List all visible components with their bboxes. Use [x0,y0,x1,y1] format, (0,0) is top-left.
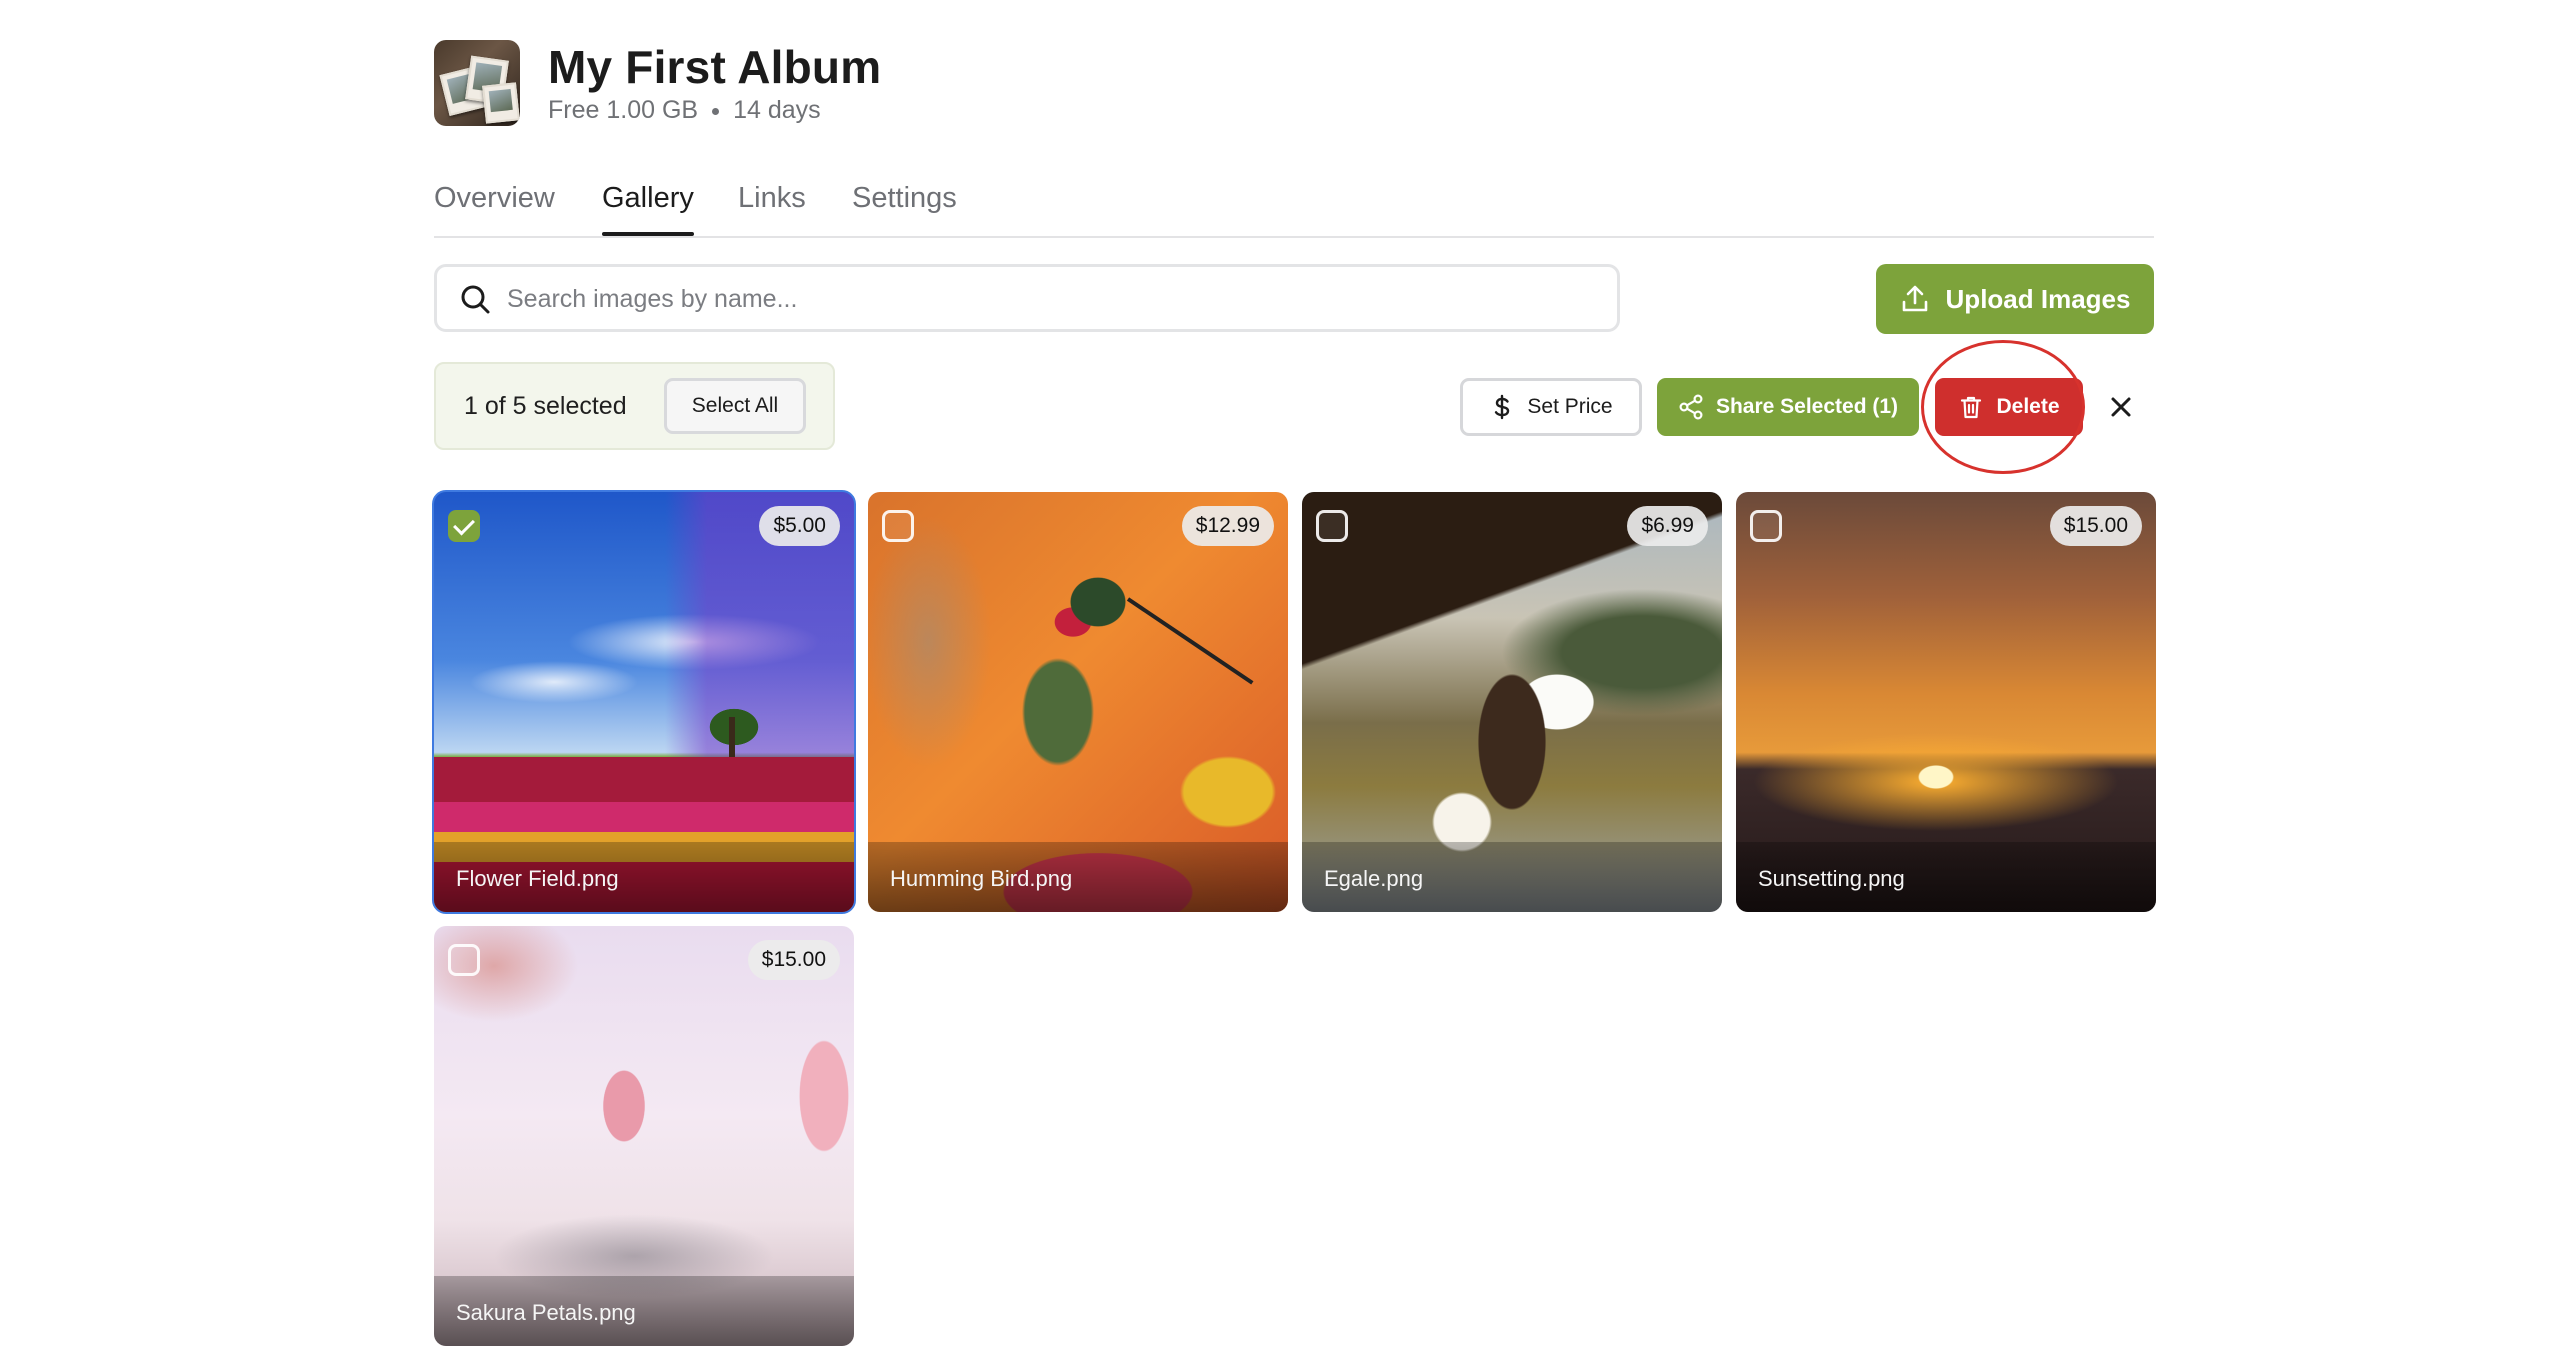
tab-bar: Overview Gallery Links Settings [434,180,2154,238]
search-icon [461,285,490,314]
image-card-flower-field[interactable]: $5.00 Flower Field.png [432,490,856,914]
checkbox-icon[interactable] [1316,510,1348,542]
image-caption: Humming Bird.png [868,842,1288,912]
upload-icon [1902,285,1927,312]
set-price-button[interactable]: Set Price [1460,378,1642,436]
checkbox-icon[interactable] [882,510,914,542]
checkbox-icon[interactable] [448,944,480,976]
tab-links[interactable]: Links [738,182,806,215]
close-icon[interactable] [2104,390,2138,424]
upload-images-label: Upload Images [1945,283,2131,314]
image-name: Humming Bird.png [890,866,1073,891]
album-cover [434,40,520,126]
checkbox-icon[interactable] [1750,510,1782,542]
tab-overview[interactable]: Overview [434,182,555,215]
image-card-egale[interactable]: $6.99 Egale.png [1302,492,1722,912]
image-name: Sunsetting.png [1758,866,1905,891]
image-name: Sakura Petals.png [456,1300,636,1325]
tab-settings[interactable]: Settings [852,182,957,215]
search-box [434,264,1620,332]
image-name: Egale.png [1324,866,1424,891]
price-badge: $15.00 [747,940,840,980]
price-badge: $6.99 [1627,506,1708,546]
price-badge: $15.00 [2049,506,2142,546]
image-caption: Sunsetting.png [1736,842,2156,912]
tab-gallery[interactable]: Gallery [602,182,694,236]
delete-button[interactable]: Delete [1935,378,2083,436]
image-caption: Flower Field.png [434,842,854,912]
album-header: My First Album Free 1.00 GB 14 days [434,40,1334,126]
image-card-sunsetting[interactable]: $15.00 Sunsetting.png [1736,492,2156,912]
share-selected-button[interactable]: Share Selected (1) [1657,378,1919,436]
checkbox-icon[interactable] [448,510,480,542]
album-title: My First Album [548,41,882,93]
selection-count: 1 of 5 selected [464,392,627,420]
image-card-humming-bird[interactable]: $12.99 Humming Bird.png [868,492,1288,912]
album-meta: Free 1.00 GB 14 days [548,96,821,125]
album-duration: 14 days [733,96,821,124]
price-badge: $12.99 [1181,506,1274,546]
price-badge: $5.00 [759,506,840,546]
image-caption: Sakura Petals.png [434,1276,854,1346]
image-name: Flower Field.png [456,866,619,891]
album-plan: Free 1.00 GB [548,96,699,124]
set-price-label: Set Price [1527,395,1613,418]
search-input[interactable] [505,267,1599,331]
delete-label: Delete [1996,395,2060,418]
dollar-icon [1495,394,1510,420]
image-card-sakura-petals[interactable]: $15.00 Sakura Petals.png [434,926,854,1346]
separator-dot [712,107,720,115]
upload-images-button[interactable]: Upload Images [1876,264,2154,334]
select-all-button[interactable]: Select All [664,378,806,434]
image-caption: Egale.png [1302,842,1722,912]
share-icon [1679,394,1703,420]
trash-icon [1961,396,1982,419]
share-selected-label: Share Selected (1) [1715,395,1899,418]
selection-summary: 1 of 5 selected Select All [434,362,835,450]
